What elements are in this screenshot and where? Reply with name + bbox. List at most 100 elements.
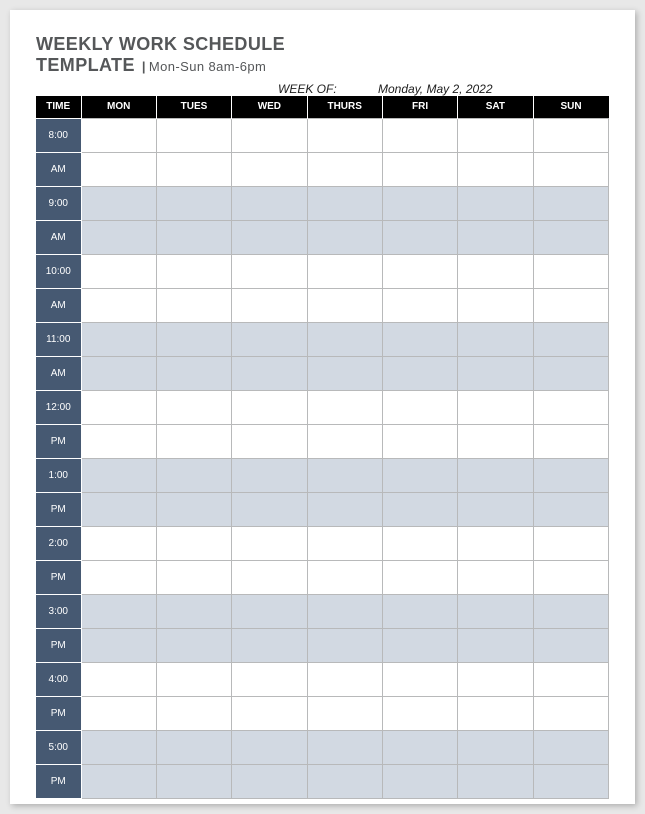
schedule-cell[interactable] bbox=[232, 390, 307, 424]
schedule-cell[interactable] bbox=[232, 696, 307, 730]
schedule-cell[interactable] bbox=[81, 356, 156, 390]
schedule-cell[interactable] bbox=[81, 662, 156, 696]
schedule-cell[interactable] bbox=[156, 662, 231, 696]
schedule-cell[interactable] bbox=[81, 186, 156, 220]
schedule-cell[interactable] bbox=[232, 254, 307, 288]
schedule-cell[interactable] bbox=[533, 764, 608, 798]
schedule-cell[interactable] bbox=[307, 560, 382, 594]
schedule-cell[interactable] bbox=[382, 492, 457, 526]
schedule-cell[interactable] bbox=[156, 390, 231, 424]
schedule-cell[interactable] bbox=[81, 730, 156, 764]
schedule-cell[interactable] bbox=[232, 628, 307, 662]
schedule-cell[interactable] bbox=[232, 322, 307, 356]
schedule-cell[interactable] bbox=[458, 356, 533, 390]
schedule-cell[interactable] bbox=[81, 390, 156, 424]
schedule-cell[interactable] bbox=[81, 594, 156, 628]
schedule-cell[interactable] bbox=[382, 696, 457, 730]
schedule-cell[interactable] bbox=[533, 594, 608, 628]
schedule-cell[interactable] bbox=[458, 424, 533, 458]
schedule-cell[interactable] bbox=[533, 696, 608, 730]
schedule-cell[interactable] bbox=[458, 696, 533, 730]
schedule-cell[interactable] bbox=[81, 560, 156, 594]
schedule-cell[interactable] bbox=[382, 730, 457, 764]
schedule-cell[interactable] bbox=[156, 288, 231, 322]
schedule-cell[interactable] bbox=[156, 628, 231, 662]
schedule-cell[interactable] bbox=[81, 628, 156, 662]
schedule-cell[interactable] bbox=[232, 458, 307, 492]
schedule-cell[interactable] bbox=[232, 492, 307, 526]
schedule-cell[interactable] bbox=[533, 356, 608, 390]
schedule-cell[interactable] bbox=[156, 492, 231, 526]
schedule-cell[interactable] bbox=[81, 288, 156, 322]
schedule-cell[interactable] bbox=[156, 152, 231, 186]
schedule-cell[interactable] bbox=[156, 254, 231, 288]
schedule-cell[interactable] bbox=[156, 696, 231, 730]
schedule-cell[interactable] bbox=[232, 152, 307, 186]
schedule-cell[interactable] bbox=[533, 220, 608, 254]
schedule-cell[interactable] bbox=[533, 288, 608, 322]
schedule-cell[interactable] bbox=[533, 662, 608, 696]
schedule-cell[interactable] bbox=[458, 118, 533, 152]
schedule-cell[interactable] bbox=[382, 322, 457, 356]
schedule-cell[interactable] bbox=[458, 764, 533, 798]
schedule-cell[interactable] bbox=[382, 424, 457, 458]
schedule-cell[interactable] bbox=[307, 696, 382, 730]
schedule-cell[interactable] bbox=[533, 186, 608, 220]
schedule-cell[interactable] bbox=[232, 186, 307, 220]
schedule-cell[interactable] bbox=[307, 152, 382, 186]
schedule-cell[interactable] bbox=[533, 492, 608, 526]
schedule-cell[interactable] bbox=[533, 424, 608, 458]
schedule-cell[interactable] bbox=[232, 356, 307, 390]
schedule-cell[interactable] bbox=[81, 118, 156, 152]
schedule-cell[interactable] bbox=[458, 390, 533, 424]
schedule-cell[interactable] bbox=[382, 526, 457, 560]
schedule-cell[interactable] bbox=[81, 322, 156, 356]
schedule-cell[interactable] bbox=[232, 220, 307, 254]
schedule-cell[interactable] bbox=[307, 288, 382, 322]
schedule-cell[interactable] bbox=[382, 390, 457, 424]
schedule-cell[interactable] bbox=[307, 526, 382, 560]
schedule-cell[interactable] bbox=[156, 526, 231, 560]
schedule-cell[interactable] bbox=[533, 560, 608, 594]
schedule-cell[interactable] bbox=[382, 186, 457, 220]
schedule-cell[interactable] bbox=[533, 390, 608, 424]
schedule-cell[interactable] bbox=[382, 152, 457, 186]
schedule-cell[interactable] bbox=[232, 288, 307, 322]
schedule-cell[interactable] bbox=[458, 662, 533, 696]
schedule-cell[interactable] bbox=[382, 254, 457, 288]
schedule-cell[interactable] bbox=[307, 594, 382, 628]
schedule-cell[interactable] bbox=[232, 424, 307, 458]
schedule-cell[interactable] bbox=[307, 356, 382, 390]
schedule-cell[interactable] bbox=[382, 594, 457, 628]
schedule-cell[interactable] bbox=[156, 560, 231, 594]
schedule-cell[interactable] bbox=[458, 186, 533, 220]
schedule-cell[interactable] bbox=[232, 764, 307, 798]
schedule-cell[interactable] bbox=[81, 696, 156, 730]
schedule-cell[interactable] bbox=[533, 628, 608, 662]
schedule-cell[interactable] bbox=[81, 220, 156, 254]
schedule-cell[interactable] bbox=[307, 424, 382, 458]
schedule-cell[interactable] bbox=[307, 458, 382, 492]
schedule-cell[interactable] bbox=[458, 492, 533, 526]
schedule-cell[interactable] bbox=[458, 254, 533, 288]
schedule-cell[interactable] bbox=[81, 424, 156, 458]
schedule-cell[interactable] bbox=[81, 492, 156, 526]
schedule-cell[interactable] bbox=[307, 492, 382, 526]
schedule-cell[interactable] bbox=[382, 220, 457, 254]
schedule-cell[interactable] bbox=[81, 458, 156, 492]
schedule-cell[interactable] bbox=[232, 118, 307, 152]
schedule-cell[interactable] bbox=[382, 662, 457, 696]
schedule-cell[interactable] bbox=[533, 254, 608, 288]
schedule-cell[interactable] bbox=[232, 594, 307, 628]
schedule-cell[interactable] bbox=[156, 764, 231, 798]
schedule-cell[interactable] bbox=[382, 458, 457, 492]
schedule-cell[interactable] bbox=[382, 764, 457, 798]
schedule-cell[interactable] bbox=[81, 254, 156, 288]
schedule-cell[interactable] bbox=[156, 594, 231, 628]
schedule-cell[interactable] bbox=[307, 628, 382, 662]
schedule-cell[interactable] bbox=[382, 118, 457, 152]
schedule-cell[interactable] bbox=[232, 526, 307, 560]
schedule-cell[interactable] bbox=[533, 322, 608, 356]
schedule-cell[interactable] bbox=[232, 560, 307, 594]
schedule-cell[interactable] bbox=[307, 730, 382, 764]
